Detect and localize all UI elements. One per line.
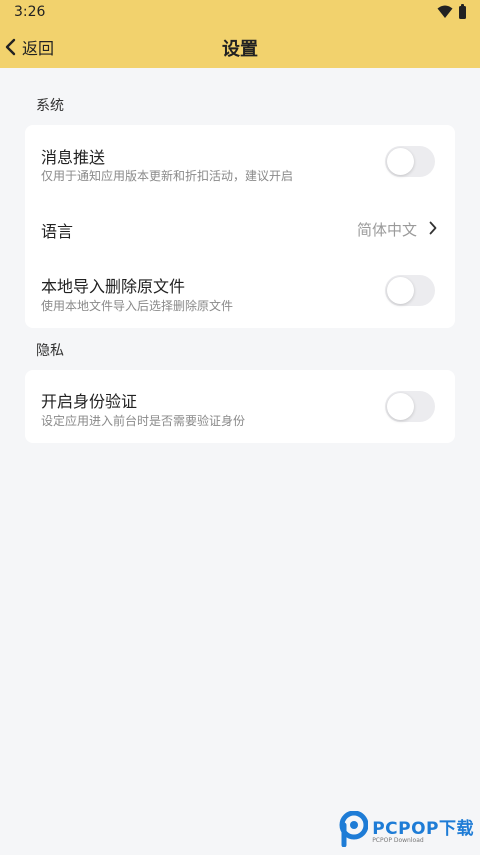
page-title: 设置 (222, 39, 258, 60)
push-notifications-toggle[interactable] (385, 146, 435, 177)
language-value: 简体中文 (356, 221, 417, 239)
row-title: 本地导入删除原文件 (41, 277, 186, 296)
status-bar: 3:26 (0, 0, 480, 24)
row-desc: 使用本地文件导入后选择删除原文件 (41, 299, 234, 313)
wifi-icon (437, 5, 453, 18)
row-desc: 设定应用进入前台时是否需要验证身份 (41, 414, 246, 428)
identity-verification-toggle[interactable] (385, 391, 435, 422)
watermark: PCPOP下载 PCPOP Download (338, 811, 474, 847)
app-header: 3:26 返回 设置 (0, 0, 480, 68)
toggle-knob (387, 277, 414, 304)
pcpop-logo-icon (339, 811, 369, 847)
row-title: 开启身份验证 (41, 392, 138, 411)
card-privacy: 开启身份验证 设定应用进入前台时是否需要验证身份 (25, 370, 455, 443)
watermark-subtext: PCPOP Download (372, 837, 424, 844)
row-title: 语言 (41, 222, 74, 241)
battery-icon (459, 3, 466, 19)
delete-after-import-toggle[interactable] (385, 275, 435, 306)
toggle-knob (387, 148, 414, 175)
status-time: 3:26 (14, 4, 46, 20)
status-icons (437, 3, 466, 19)
row-desc: 仅用于通知应用版本更新和折扣活动，建议开启 (41, 169, 294, 183)
section-title-privacy: 隐私 (36, 343, 64, 359)
toggle-knob (387, 393, 414, 420)
row-identity-verification: 开启身份验证 设定应用进入前台时是否需要验证身份 (25, 370, 455, 443)
chevron-right-icon (429, 221, 437, 235)
row-delete-after-import: 本地导入删除原文件 使用本地文件导入后选择删除原文件 (25, 257, 455, 328)
row-push-notifications: 消息推送 仅用于通知应用版本更新和折扣活动，建议开启 (25, 125, 455, 197)
row-title: 消息推送 (41, 148, 106, 167)
card-system: 消息推送 仅用于通知应用版本更新和折扣活动，建议开启 语言 简体中文 本地导入删… (25, 125, 455, 328)
watermark-text: PCPOP下载 (372, 819, 474, 839)
row-language[interactable]: 语言 简体中文 (25, 197, 455, 257)
section-title-system: 系统 (36, 98, 64, 114)
watermark-text-wrap: PCPOP下载 PCPOP Download (372, 814, 474, 844)
